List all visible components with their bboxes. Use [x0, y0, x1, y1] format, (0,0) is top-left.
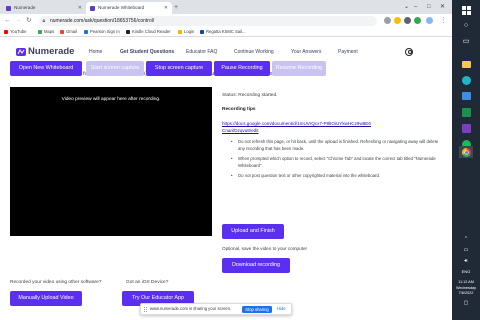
tab-close-icon[interactable]: ✕ — [78, 2, 82, 14]
logo-text: Numerade — [28, 46, 75, 57]
onenote-icon[interactable] — [459, 122, 473, 134]
recording-tips-heading: Recording tips — [222, 107, 256, 112]
numerade-favicon-icon — [6, 5, 11, 11]
tab-label: Numerade — [14, 5, 36, 10]
browser-tab-strip: Numerade ✕ Numerade Whiteboard ✕ + ⌄ – □… — [0, 0, 452, 14]
url-text: numerade.com/ask/question/18653756/contr… — [50, 17, 155, 24]
tab-label: Numerade Whiteboard — [98, 5, 145, 10]
back-arrow-icon[interactable]: ← — [4, 14, 11, 27]
upload-finish-button[interactable]: Upload and Finish — [222, 224, 284, 239]
new-tab-button[interactable]: + — [174, 2, 178, 14]
resume-recording-button[interactable]: Resume Recording — [272, 61, 326, 76]
user-profile-icon[interactable] — [405, 48, 413, 56]
task-view-icon[interactable]: ▭ — [459, 36, 473, 48]
ios-device-label: Got an iOS Device? — [126, 280, 169, 285]
bookmark-login[interactable]: Login — [178, 27, 194, 36]
folder-icon — [178, 29, 182, 34]
clock-date: 7/6/2022 — [458, 291, 474, 295]
share-icon[interactable] — [384, 17, 391, 24]
nav-get-student-questions[interactable]: Get Student Questions — [120, 48, 174, 56]
address-bar[interactable]: 🔒︎ numerade.com/ask/question/18653756/co… — [39, 15, 377, 26]
system-clock[interactable]: 11:12 AM Wednesday 7/6/2022 — [452, 280, 480, 297]
pearson-icon — [84, 29, 88, 34]
bookmark-youtube[interactable]: YouTube — [4, 27, 26, 36]
profile-avatar-icon[interactable] — [426, 17, 433, 24]
share-notice: www.numerade.com is sharing your screen. — [150, 306, 232, 311]
video-preview: Video preview will appear here after rec… — [10, 87, 212, 236]
kebab-menu-icon[interactable]: ⋮ — [440, 14, 447, 27]
bookmarks-bar: YouTube Maps Gmail Pearson Sign In Kindl… — [0, 27, 452, 37]
network-icon[interactable]: ▭ — [452, 247, 480, 253]
excel-icon[interactable] — [459, 106, 473, 118]
recording-tips-link[interactable]: https://docs.google.com/document/d/1mUVr… — [222, 120, 372, 134]
bookmark-pearson[interactable]: Pearson Sign In — [84, 27, 120, 36]
browser-tab-numerade[interactable]: Numerade ✕ — [2, 2, 86, 14]
pause-recording-button[interactable]: Pause Recording — [214, 61, 270, 76]
nav-educator-faq[interactable]: Educator FAQ — [186, 48, 217, 56]
recording-status: Status: Recording started. — [222, 93, 278, 98]
numerade-logo-icon — [16, 48, 26, 56]
stop-capture-button[interactable]: Stop screen capture — [146, 61, 212, 76]
open-whiteboard-button[interactable]: Open New Whiteboard — [10, 61, 82, 76]
volume-icon[interactable]: 🔊︎ — [452, 258, 480, 264]
tab-close-icon[interactable]: ✕ — [164, 2, 168, 14]
forward-arrow-icon[interactable]: → — [15, 14, 22, 27]
edge-browser-icon[interactable] — [459, 74, 473, 86]
language-indicator[interactable]: ENG — [452, 269, 480, 274]
notifications-icon[interactable]: ▢ — [452, 300, 480, 306]
nav-your-answers[interactable]: Your Answers — [291, 48, 321, 56]
chrome-icon[interactable] — [459, 146, 473, 158]
store-icon[interactable] — [459, 90, 473, 102]
nav-payment[interactable]: Payment — [338, 48, 358, 56]
bookmark-regatta[interactable]: Regatta KSMC Sail... — [200, 27, 246, 36]
bookmark-maps[interactable]: Maps — [38, 27, 54, 36]
numerade-favicon-icon — [90, 5, 95, 11]
bookmark-star-icon[interactable] — [394, 17, 401, 24]
other-software-label: Recorded your video using other software… — [10, 280, 102, 285]
download-recording-button[interactable]: Download recording — [222, 258, 290, 273]
screen-share-bar: www.numerade.com is sharing your screen.… — [140, 303, 292, 315]
reload-icon[interactable]: ↻ — [26, 14, 31, 27]
browser-tab-whiteboard[interactable]: Numerade Whiteboard ✕ — [86, 2, 172, 14]
chevron-down-icon[interactable]: ⌄ — [404, 0, 409, 14]
search-icon[interactable]: ○ — [459, 20, 473, 32]
bookmark-gmail[interactable]: Gmail — [60, 27, 77, 36]
extension-icon[interactable] — [414, 17, 421, 24]
tray-chevron-icon[interactable]: ⌃ — [452, 236, 480, 242]
extensions-icon[interactable] — [404, 17, 411, 24]
minimize-button[interactable]: – — [414, 0, 417, 14]
recording-tips-list: Do not refresh this page, or hit back, u… — [230, 139, 440, 184]
list-item: Do not refresh this page, or hit back, u… — [230, 139, 440, 152]
nav-home[interactable]: Home — [89, 48, 102, 56]
kindle-icon — [126, 29, 130, 34]
hide-share-bar-button[interactable]: Hide — [277, 304, 286, 314]
preview-placeholder: Video preview will appear here after rec… — [61, 97, 161, 102]
close-window-button[interactable]: ✕ — [440, 0, 445, 14]
list-item: When prompted which option to record, se… — [230, 156, 440, 169]
optional-save-note: Optional, save the video to your compute… — [222, 246, 308, 251]
stop-sharing-button[interactable]: Stop sharing — [242, 305, 272, 313]
bookmark-kindle[interactable]: Kindle Cloud Reader — [126, 27, 171, 36]
manual-upload-button[interactable]: Manually Upload Video — [10, 291, 82, 306]
nav-continue-working[interactable]: Continue Working — [234, 48, 274, 56]
start-capture-button[interactable]: Start screen capture — [86, 61, 144, 76]
regatta-icon — [200, 29, 204, 34]
drag-handle-icon[interactable] — [144, 307, 147, 312]
windows-start-icon[interactable] — [459, 4, 473, 16]
gmail-icon — [60, 29, 64, 34]
maps-icon — [38, 29, 42, 34]
file-explorer-icon[interactable] — [459, 58, 473, 70]
browser-toolbar: ← → ↻ 🔒︎ numerade.com/ask/question/18653… — [0, 14, 452, 27]
youtube-icon — [4, 29, 8, 34]
windows-taskbar: ○ ▭ ⌃ ▭ 🔊︎ ENG 11:12 AM Wednesday 7/6/20… — [452, 0, 480, 320]
lock-icon: 🔒︎ — [42, 17, 46, 24]
maximize-button[interactable]: □ — [427, 0, 431, 14]
list-item: Do not post question text or other copyr… — [230, 173, 440, 180]
